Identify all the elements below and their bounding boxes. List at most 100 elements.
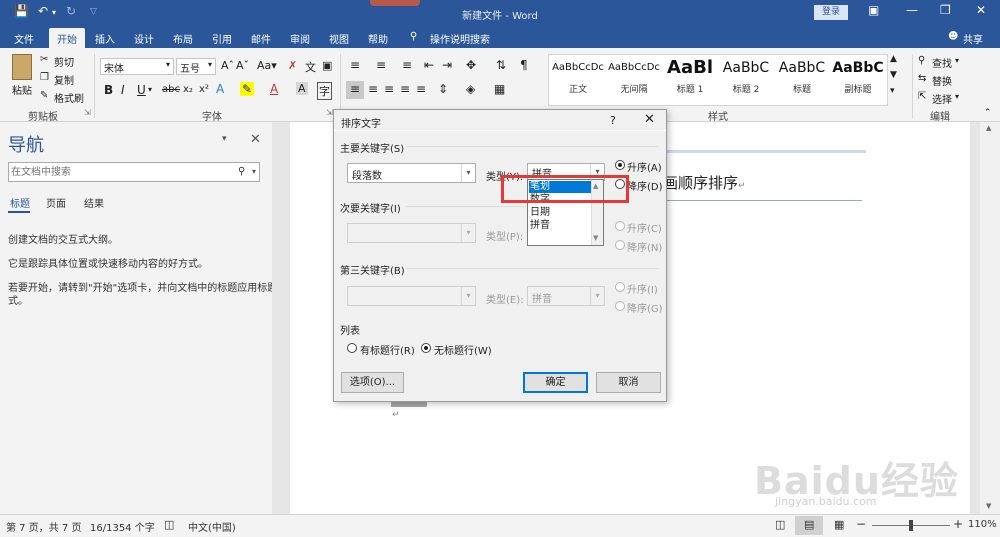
nav-search-input[interactable] xyxy=(11,165,231,179)
borders-icon[interactable]: ▦ xyxy=(494,82,505,96)
primary-key-combo[interactable]: 段落数 ▾ xyxy=(347,163,476,183)
align-right-icon[interactable]: ≡ xyxy=(384,82,394,96)
nav-tab-results[interactable]: 结果 xyxy=(84,195,104,210)
show-marks-icon[interactable]: ¶ xyxy=(520,58,528,72)
paste-icon[interactable] xyxy=(12,54,32,80)
char-border-icon[interactable]: ▣ xyxy=(322,59,332,72)
chinese-layout-icon[interactable]: ✥ xyxy=(466,58,476,72)
zoom-slider-thumb[interactable] xyxy=(909,520,913,531)
sort-icon[interactable]: ⇅ xyxy=(496,58,506,72)
web-layout-icon[interactable]: ▦ xyxy=(834,518,844,531)
tab-file[interactable]: 文件 xyxy=(14,31,34,46)
read-mode-icon[interactable]: ◫ xyxy=(775,518,785,531)
format-painter-button[interactable]: 格式刷 xyxy=(54,90,84,105)
nav-close-icon[interactable]: ✕ xyxy=(250,132,261,147)
share-icon[interactable]: ☻ xyxy=(948,31,958,42)
justify-icon[interactable]: ≡ xyxy=(400,82,410,96)
bullets-icon[interactable]: ≡ xyxy=(350,58,360,72)
ribbon-display-icon[interactable]: ▣ xyxy=(868,3,879,17)
underline-icon[interactable]: U xyxy=(137,83,146,97)
numbering-icon[interactable]: ≡ xyxy=(376,58,386,72)
scroll-down-icon[interactable]: ▼ xyxy=(986,502,991,510)
style-subtitle[interactable]: AaBbC 副标题 xyxy=(830,54,886,104)
asc2-radio[interactable] xyxy=(615,221,625,231)
cut-button[interactable]: 剪切 xyxy=(54,54,74,69)
increase-indent-icon[interactable]: ⇥ xyxy=(442,58,452,72)
login-button[interactable]: 登录 xyxy=(814,5,848,20)
bold-icon[interactable]: B xyxy=(104,83,113,97)
list-option-pinyin[interactable]: 拼音 xyxy=(529,220,591,232)
decrease-indent-icon[interactable]: ⇤ xyxy=(424,58,434,72)
has-header-radio[interactable] xyxy=(347,343,357,353)
desc3-radio[interactable] xyxy=(615,301,625,311)
ok-button[interactable]: 确定 xyxy=(523,372,588,393)
find-button[interactable]: 查找 xyxy=(932,55,952,70)
tab-insert[interactable]: 插入 xyxy=(95,31,115,46)
scroll-up-icon[interactable]: ▲ xyxy=(986,124,991,132)
phonetic-guide-icon[interactable]: 文 xyxy=(305,59,316,75)
enclose-char-icon[interactable]: 字 xyxy=(317,82,332,100)
font-size-combo[interactable]: 五号 ▾ xyxy=(176,58,216,75)
style-heading-2[interactable]: AaBbC 标题 2 xyxy=(718,54,774,104)
style-heading-1[interactable]: AaBl 标题 1 xyxy=(662,54,718,104)
styles-more-icon[interactable]: ▾ xyxy=(890,86,895,96)
strikethrough-icon[interactable]: abc xyxy=(162,84,180,95)
desc2-label[interactable]: 降序(N) xyxy=(627,239,662,254)
tab-review[interactable]: 审阅 xyxy=(290,31,310,46)
options-button[interactable]: 选项(O)... xyxy=(341,372,404,393)
select-dropdown-icon[interactable]: ▾ xyxy=(955,92,959,101)
nav-tab-pages[interactable]: 页面 xyxy=(46,195,66,210)
styles-scroll-up-icon[interactable]: ▲ xyxy=(890,54,897,64)
tell-me-search[interactable]: 操作说明搜索 xyxy=(430,31,490,46)
desc2-radio[interactable] xyxy=(615,240,625,250)
zoom-level[interactable]: 110% xyxy=(968,519,997,530)
dialog-close-icon[interactable]: ✕ xyxy=(644,112,655,127)
char-shading-icon[interactable]: A xyxy=(296,82,308,95)
subscript-icon[interactable]: x₂ xyxy=(183,84,193,95)
shading-icon[interactable]: ◈ xyxy=(466,82,475,96)
asc3-label[interactable]: 升序(I) xyxy=(627,281,658,296)
zoom-in-icon[interactable]: + xyxy=(953,517,963,531)
style-normal[interactable]: AaBbCcDc 正文 xyxy=(550,54,606,104)
clear-format-icon[interactable]: ✗ xyxy=(288,59,297,72)
line-spacing-icon[interactable]: ⇕ xyxy=(438,82,448,96)
asc-label[interactable]: 升序(A) xyxy=(627,159,662,174)
tab-help[interactable]: 帮助 xyxy=(368,31,388,46)
replace-button[interactable]: 替换 xyxy=(932,73,952,88)
asc3-radio[interactable] xyxy=(615,282,625,292)
tab-layout[interactable]: 布局 xyxy=(173,31,193,46)
third-type-combo[interactable]: 拼音 ▾ xyxy=(527,286,605,306)
tab-design[interactable]: 设计 xyxy=(134,31,154,46)
search-icon[interactable]: ⚲ xyxy=(238,166,245,177)
nav-options-icon[interactable]: ▾ xyxy=(222,134,227,144)
page-count[interactable]: 第 7 页，共 7 页 xyxy=(6,519,81,534)
restore-icon[interactable]: ❐ xyxy=(940,3,951,17)
nav-tab-headings[interactable]: 标题 xyxy=(10,195,30,210)
minimize-icon[interactable]: — xyxy=(906,3,918,17)
no-header-radio[interactable] xyxy=(421,343,431,353)
secondary-key-combo[interactable]: ▾ xyxy=(347,223,476,243)
search-dropdown-icon[interactable]: ▾ xyxy=(252,167,256,176)
highlight-icon[interactable]: ✎ xyxy=(240,82,255,96)
third-key-combo[interactable]: ▾ xyxy=(347,286,476,306)
font-color-icon[interactable]: A xyxy=(270,82,278,96)
styles-scroll-down-icon[interactable]: ▼ xyxy=(890,70,897,80)
font-name-combo[interactable]: 宋体 ▾ xyxy=(100,58,174,75)
list-scroll-down-icon[interactable]: ▼ xyxy=(593,234,598,242)
multilevel-list-icon[interactable]: ≡ xyxy=(402,58,412,72)
collapse-ribbon-icon[interactable]: ⌃ xyxy=(984,108,992,118)
style-no-spacing[interactable]: AaBbCcDc 无间隔 xyxy=(606,54,662,104)
tab-mailings[interactable]: 邮件 xyxy=(251,31,271,46)
desc3-label[interactable]: 降序(G) xyxy=(627,300,663,315)
text-effects-icon[interactable]: A xyxy=(216,82,224,96)
align-center-icon[interactable]: ≡ xyxy=(368,82,378,96)
asc-radio[interactable] xyxy=(615,160,625,170)
shrink-font-icon[interactable]: Aˇ xyxy=(236,59,249,72)
dialog-launcher-icon[interactable]: ⇲ xyxy=(84,108,91,117)
word-count[interactable]: 16/1354 个字 xyxy=(90,519,155,534)
underline-dropdown-icon[interactable]: ▾ xyxy=(148,85,152,94)
nav-search-box[interactable]: ⚲ ▾ xyxy=(8,162,260,182)
copy-button[interactable]: 复制 xyxy=(54,72,74,87)
find-dropdown-icon[interactable]: ▾ xyxy=(955,56,959,65)
style-title[interactable]: AaBbC 标题 xyxy=(774,54,830,104)
